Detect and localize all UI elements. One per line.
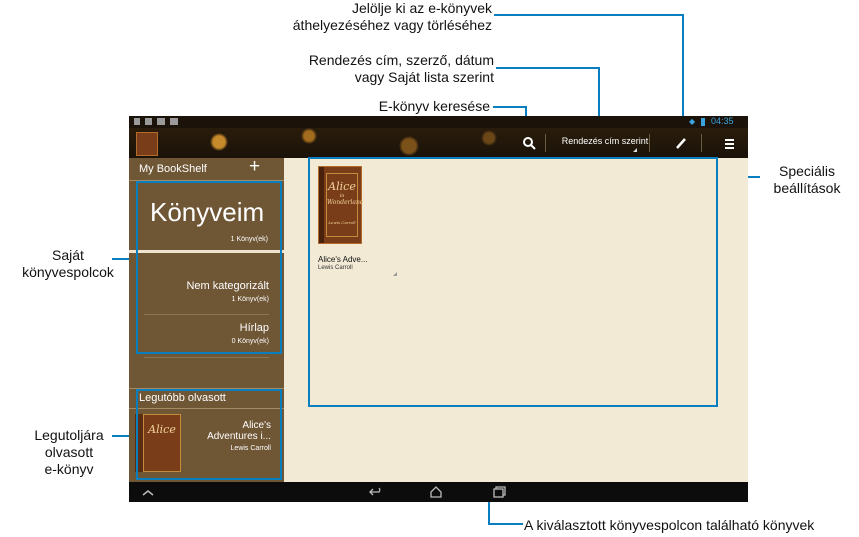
callout-special-line2: beállítások bbox=[773, 180, 841, 196]
notification-icon bbox=[134, 118, 140, 125]
divider bbox=[649, 134, 650, 152]
action-bar: Rendezés cím szerint bbox=[129, 128, 748, 158]
callout-sort-line2: vagy Saját lista szerint bbox=[354, 69, 494, 85]
status-bar: ◆ 04:35 bbox=[129, 116, 748, 128]
highlight-recent bbox=[136, 389, 282, 480]
callout-books: A kiválasztott könyvespolcon található k… bbox=[524, 517, 815, 533]
highlight-books bbox=[308, 157, 718, 407]
callout-select-line1: Jelölje ki az e-könyvek bbox=[351, 0, 492, 16]
wifi-icon: ◆ bbox=[689, 117, 696, 126]
callout-shelves-line2: könyvespolcok bbox=[22, 264, 114, 280]
mail-icon bbox=[170, 118, 178, 125]
callout-shelves: Saját könyvespolcok bbox=[18, 247, 118, 281]
callout-sort: Rendezés cím, szerző, dátum vagy Saját l… bbox=[270, 52, 494, 86]
highlight-shelves bbox=[136, 181, 282, 354]
callout-select: Jelölje ki az e-könyvek áthelyezéséhez v… bbox=[280, 0, 492, 34]
callout-recent-line3: e-könyv bbox=[44, 461, 94, 477]
recent-apps-icon[interactable] bbox=[492, 485, 506, 499]
callout-search: E-könyv keresése bbox=[378, 98, 490, 114]
navigation-bar bbox=[129, 482, 748, 502]
callout-sort-line1: Rendezés cím, szerző, dátum bbox=[308, 52, 494, 68]
back-icon[interactable] bbox=[369, 485, 383, 499]
leader-sort-h bbox=[496, 67, 600, 69]
search-icon[interactable] bbox=[522, 136, 536, 150]
edit-icon[interactable] bbox=[674, 136, 688, 150]
dropdown-corner-icon bbox=[633, 148, 637, 152]
leader-search-h bbox=[493, 106, 527, 108]
callout-recent-line2: olvasott bbox=[44, 444, 94, 460]
callout-recent: Legutoljára olvasott e-könyv bbox=[22, 427, 116, 478]
callout-select-line2: áthelyezéséhez vagy törléséhez bbox=[292, 17, 492, 33]
sort-dropdown[interactable]: Rendezés cím szerint bbox=[559, 136, 651, 154]
leader-select-v bbox=[682, 14, 684, 132]
mail-icon bbox=[157, 118, 165, 125]
sidebar-header: My BookShelf bbox=[139, 163, 207, 175]
add-shelf-button[interactable]: + bbox=[249, 156, 260, 178]
callout-special: Speciális beállítások bbox=[762, 163, 852, 197]
callout-shelves-line1: Saját bbox=[52, 247, 84, 263]
divider bbox=[545, 134, 546, 152]
battery-icon bbox=[701, 118, 705, 126]
callout-special-line1: Speciális bbox=[778, 163, 836, 179]
image-icon bbox=[145, 118, 152, 125]
status-time: 04:35 bbox=[711, 116, 734, 126]
divider bbox=[144, 357, 269, 358]
collapse-icon[interactable] bbox=[142, 486, 154, 498]
menu-icon[interactable] bbox=[724, 137, 736, 149]
home-icon[interactable] bbox=[429, 485, 443, 499]
callout-recent-line1: Legutoljára bbox=[34, 427, 104, 443]
divider bbox=[701, 134, 702, 152]
leader-books-h bbox=[488, 523, 523, 525]
app-logo-icon[interactable] bbox=[136, 132, 158, 156]
leader-select-h bbox=[494, 14, 684, 16]
